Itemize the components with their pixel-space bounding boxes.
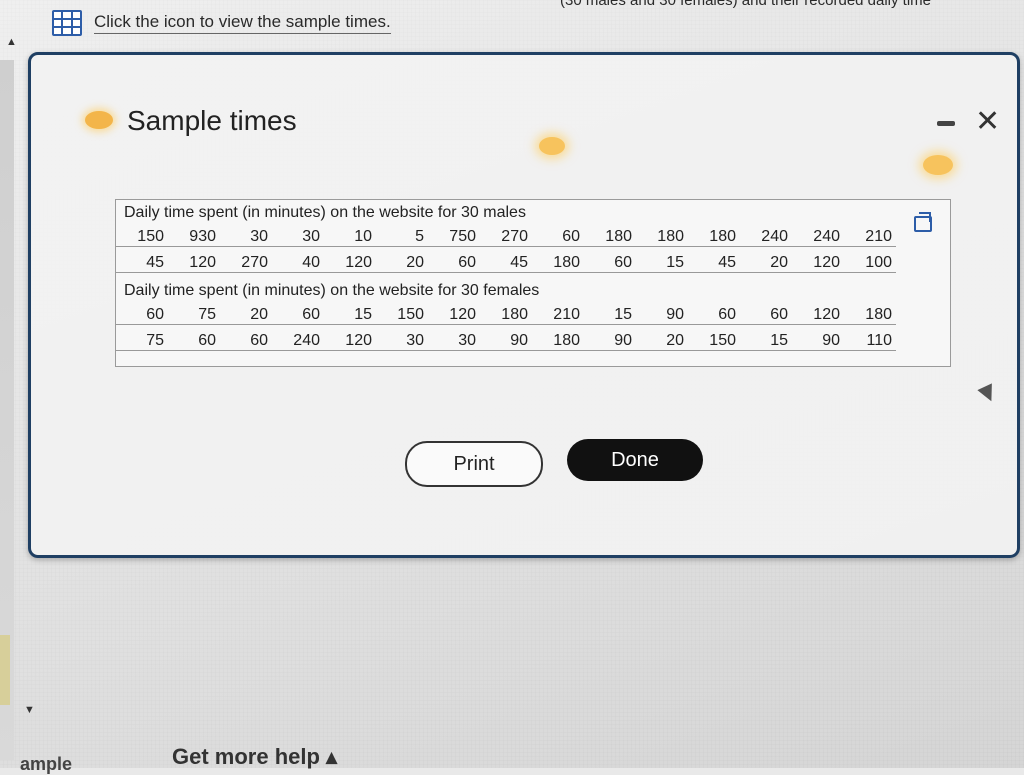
table-cell: 120: [345, 254, 372, 271]
scroll-up-icon[interactable]: ▲: [6, 36, 17, 48]
instruction-text[interactable]: Click the icon to view the sample times.: [94, 12, 391, 34]
males-row-2: 45 120 270 40 120 20 60 45 180 60 15 45 20 120 100: [116, 254, 896, 273]
table-cell: 15: [614, 306, 632, 323]
table-cell: 270: [241, 254, 268, 271]
table-cell: 20: [250, 306, 268, 323]
table-cell: 180: [865, 306, 892, 323]
table-cell: 110: [866, 332, 892, 349]
females-row-1: 60 75 20 60 15 150 120 180 210 15 90 60 60 120 180: [116, 306, 896, 325]
table-cell: 5: [415, 228, 424, 245]
table-cell: 150: [397, 306, 424, 323]
table-cell: 75: [198, 306, 216, 323]
table-cell: 60: [458, 254, 476, 271]
table-cell: 30: [302, 228, 320, 245]
glare: [923, 155, 953, 175]
table-cell: 240: [293, 332, 320, 349]
table-cell: 75: [146, 332, 164, 349]
table-cell: 60: [146, 306, 164, 323]
table-cell: 20: [406, 254, 424, 271]
dialog-title: Sample times: [127, 105, 297, 136]
table-cell: 90: [822, 332, 840, 349]
table-cell: 90: [614, 332, 632, 349]
table-cell: 60: [770, 306, 788, 323]
sample-times-link[interactable]: Click the icon to view the sample times.: [52, 8, 391, 38]
males-row-1: 150 930 30 30 10 5 750 270 60 180 180 180 240 240 210: [116, 228, 896, 247]
table-cell: 40: [302, 254, 320, 271]
table-cell: 180: [501, 306, 528, 323]
table-cell: 60: [302, 306, 320, 323]
title-glare: [85, 111, 113, 129]
table-cell: 180: [553, 332, 580, 349]
table-cell: 60: [562, 228, 580, 245]
table-cell: 90: [510, 332, 528, 349]
done-button[interactable]: Done: [567, 439, 703, 481]
table-cell: 240: [813, 228, 840, 245]
males-label: Daily time spent (in minutes) on the web…: [124, 204, 526, 221]
table-cell: 180: [553, 254, 580, 271]
left-highlight: [0, 635, 10, 705]
table-cell: 270: [501, 228, 528, 245]
scroll-down-icon[interactable]: ▼: [24, 704, 35, 716]
table-cell: 30: [458, 332, 476, 349]
table-cell: 750: [449, 228, 476, 245]
grid-icon[interactable]: [52, 10, 82, 36]
data-table: Daily time spent (in minutes) on the web…: [115, 199, 951, 367]
minimize-icon[interactable]: [937, 121, 955, 126]
table-cell: 15: [354, 306, 372, 323]
close-icon[interactable]: ✕: [975, 107, 1000, 137]
table-cell: 45: [510, 254, 528, 271]
table-cell: 120: [345, 332, 372, 349]
table-cell: 90: [666, 306, 684, 323]
table-cell: 180: [605, 228, 632, 245]
table-cell: 30: [250, 228, 268, 245]
table-cell: 15: [666, 254, 684, 271]
table-cell: 15: [770, 332, 788, 349]
table-cell: 30: [406, 332, 424, 349]
table-cell: 240: [761, 228, 788, 245]
females-row-2: 75 60 60 240 120 30 30 90 180 90 20 150 15 90 110: [116, 332, 896, 351]
table-cell: 180: [657, 228, 684, 245]
table-cell: 120: [189, 254, 216, 271]
glare: [539, 137, 565, 155]
table-cell: 60: [198, 332, 216, 349]
get-more-help-link[interactable]: Get more help ▴: [172, 744, 337, 770]
table-cell: 120: [813, 254, 840, 271]
sample-times-dialog: Sample times ✕ Daily time spent (in minu…: [28, 52, 1020, 558]
section-crumb: ample: [20, 754, 73, 774]
table-cell: 60: [718, 306, 736, 323]
table-cell: 210: [865, 228, 892, 245]
table-cell: 120: [449, 306, 476, 323]
table-cell: 210: [553, 306, 580, 323]
table-cell: 10: [354, 228, 372, 245]
table-cell: 180: [709, 228, 736, 245]
table-cell: 150: [137, 228, 164, 245]
table-cell: 45: [718, 254, 736, 271]
table-cell: 930: [189, 228, 216, 245]
table-cell: 60: [614, 254, 632, 271]
table-cell: 20: [770, 254, 788, 271]
print-button[interactable]: Print: [405, 441, 543, 487]
table-cell: 60: [250, 332, 268, 349]
table-cell: 120: [813, 306, 840, 323]
table-cell: 150: [709, 332, 736, 349]
table-cell: 20: [666, 332, 684, 349]
copy-icon[interactable]: [914, 212, 932, 232]
table-cell: 100: [865, 254, 892, 271]
females-label: Daily time spent (in minutes) on the web…: [124, 282, 540, 299]
table-cell: 45: [146, 254, 164, 271]
question-text: (30 males and 30 females) and their reco…: [560, 0, 932, 9]
